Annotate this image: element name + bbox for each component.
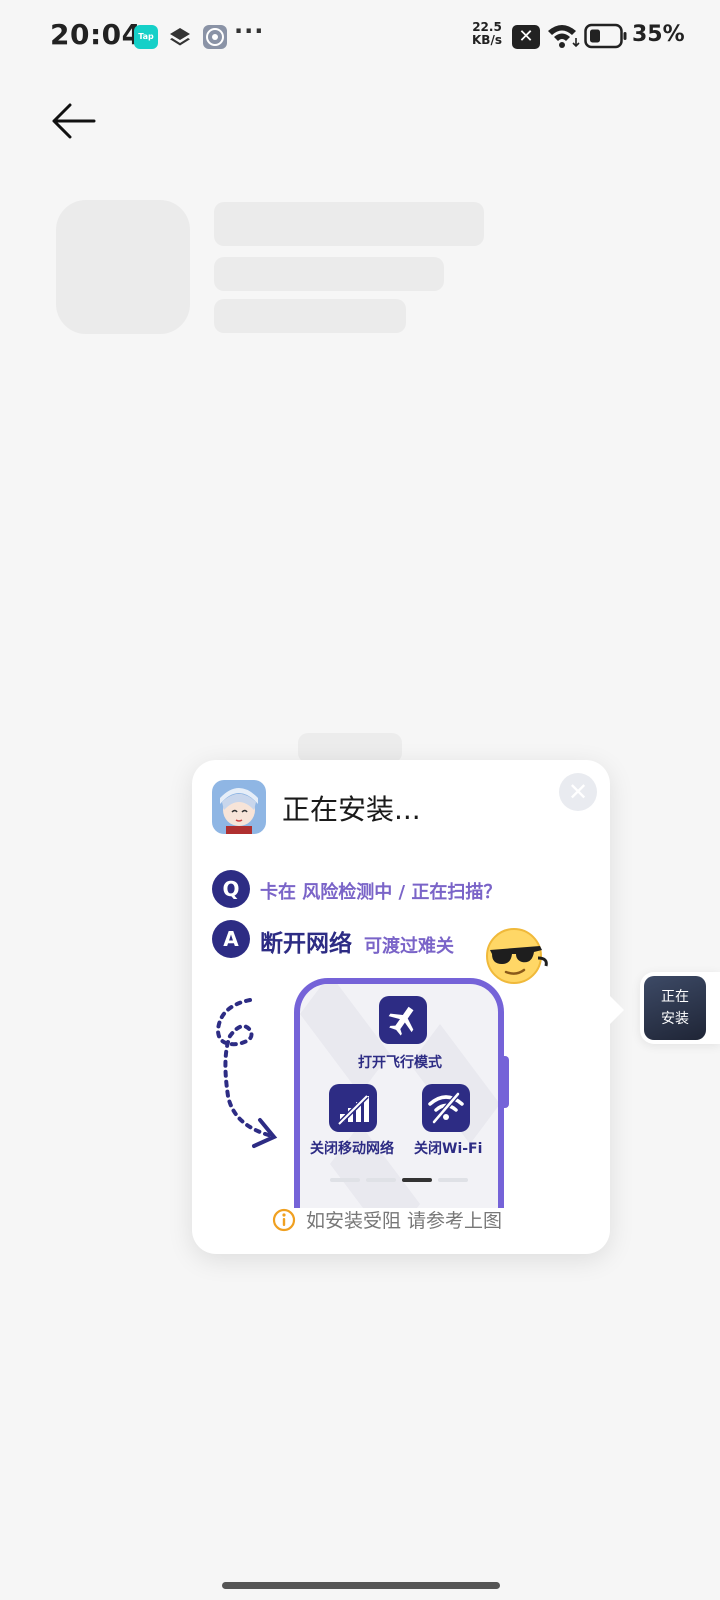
settings-icon (203, 25, 227, 49)
side-pointer (610, 996, 624, 1024)
dotted-arrow-icon (215, 998, 278, 1148)
floating-install-widget[interactable]: 正在 安装 (640, 972, 720, 1044)
floating-install-label: 正在 安装 (644, 986, 706, 1030)
answer-subtext: 可渡过难关 (364, 936, 454, 957)
install-hint: 如安装受阻 请参考上图 (306, 1210, 503, 1232)
skeleton-line (214, 257, 444, 291)
net-speed: 22.5 KB/s (472, 21, 502, 47)
skeleton-line (214, 202, 484, 246)
close-button[interactable]: ✕ (559, 773, 597, 811)
floating-label-line1: 正在 (661, 989, 689, 1005)
pager-dot[interactable] (366, 1178, 396, 1182)
arrow-left-icon[interactable] (50, 100, 96, 140)
info-icon (272, 1208, 296, 1232)
pager-dot[interactable] (438, 1178, 468, 1182)
net-speed-unit: KB/s (472, 33, 502, 47)
mobile-signal-off-icon (337, 1094, 369, 1126)
floating-label-line2: 安装 (661, 1011, 689, 1027)
phone-side-button (503, 1056, 509, 1108)
mobile-data-tile (329, 1084, 377, 1132)
question-text: 卡在 风险检测中 / 正在扫描？ (260, 882, 502, 903)
tap-app-icon: Tap (134, 25, 158, 49)
skeleton-line (214, 299, 406, 333)
game-avatar (212, 780, 266, 834)
skeleton-line (298, 733, 402, 763)
answer-text: 断开网络 (260, 931, 352, 957)
mobile-data-label: 关闭移动网络 (310, 1141, 394, 1157)
pager-dot-active[interactable] (402, 1178, 432, 1182)
phone-illustration: 打开飞行模式 关闭移动网络 关闭Wi-Fi (294, 978, 504, 1208)
home-indicator[interactable] (222, 1582, 500, 1589)
wifi-label: 关闭Wi-Fi (414, 1141, 483, 1157)
wifi-tile (422, 1084, 470, 1132)
answer-badge: A (212, 920, 250, 958)
status-bar: 20:04 Tap ··· 22.5 KB/s ✕ 35% (0, 0, 720, 76)
battery-percent: 35% (632, 22, 685, 47)
airplane-icon (388, 1006, 414, 1036)
installing-popup: 正在安装... ✕ Q 卡在 风险检测中 / 正在扫描？ A 断开网络 可渡过难… (192, 760, 610, 1254)
close-icon: ✕ (567, 778, 589, 806)
x-close-icon: ✕ (512, 25, 540, 49)
more-icon: ··· (234, 17, 265, 45)
question-badge: Q (212, 870, 250, 908)
airplane-mode-label: 打开飞行模式 (358, 1055, 442, 1071)
sunglasses-emoji-icon (486, 928, 548, 984)
skeleton-app-icon (56, 200, 190, 334)
battery-icon (584, 23, 627, 49)
popup-title: 正在安装... (282, 793, 421, 826)
status-time: 20:04 (50, 18, 142, 51)
airplane-mode-tile (379, 996, 427, 1044)
layers-icon (170, 28, 190, 46)
wifi-icon (548, 25, 580, 48)
pager-dot[interactable] (330, 1178, 360, 1182)
wifi-off-icon (428, 1092, 464, 1124)
